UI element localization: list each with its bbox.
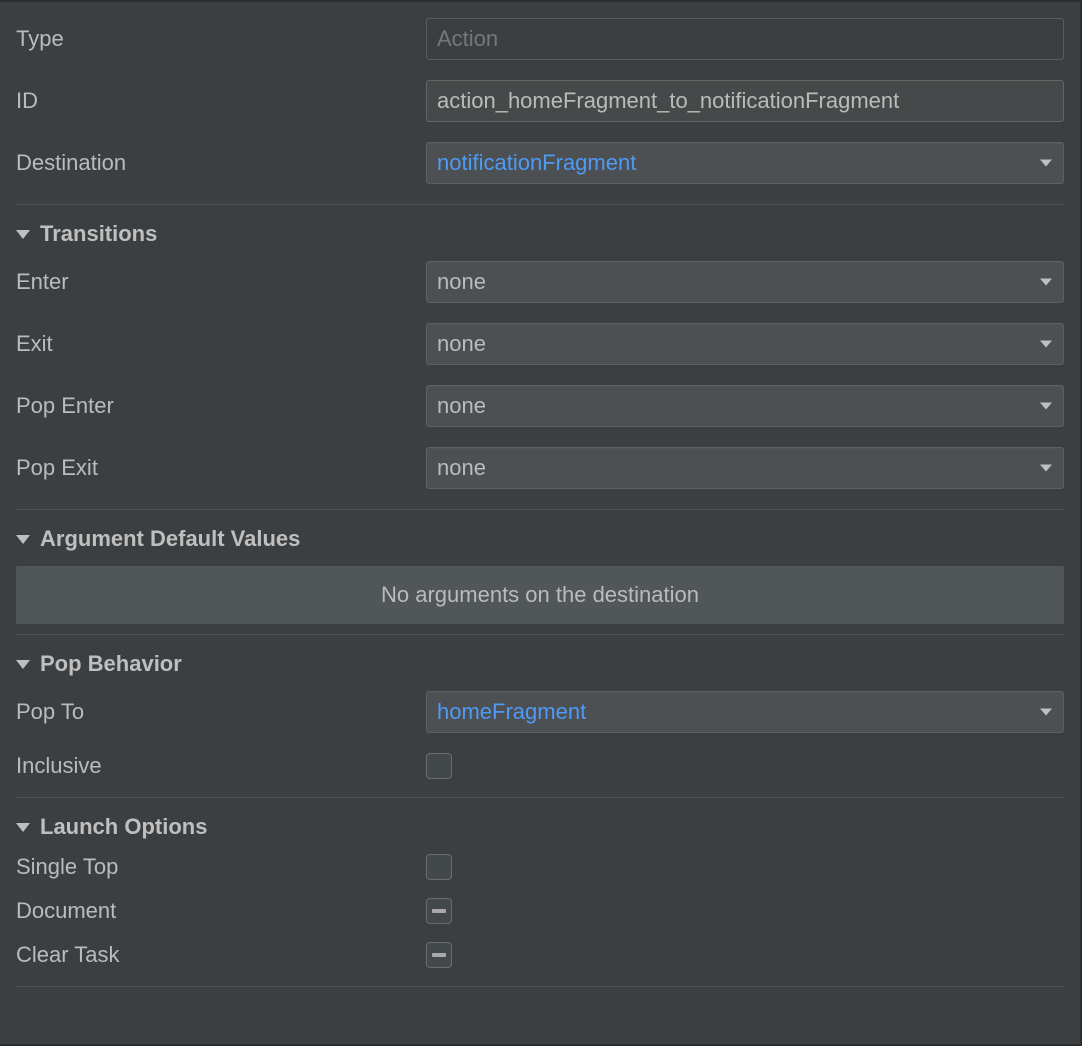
divider (16, 204, 1064, 205)
transitions-title: Transitions (40, 221, 157, 247)
argument-defaults-section-header[interactable]: Argument Default Values (16, 526, 1064, 552)
single-top-row: Single Top (16, 854, 1064, 880)
divider (16, 986, 1064, 987)
divider (16, 797, 1064, 798)
attributes-panel: Type ID Destination notificationFragment… (0, 2, 1080, 987)
pop-enter-label: Pop Enter (16, 393, 426, 419)
dash-icon (432, 953, 446, 957)
pop-behavior-section-header[interactable]: Pop Behavior (16, 651, 1064, 677)
enter-value: none (437, 269, 486, 295)
transitions-section-header[interactable]: Transitions (16, 221, 1064, 247)
launch-options-section-header[interactable]: Launch Options (16, 814, 1064, 840)
triangle-down-icon (16, 535, 30, 544)
pop-behavior-title: Pop Behavior (40, 651, 182, 677)
chevron-down-icon (1040, 341, 1052, 348)
enter-select[interactable]: none (426, 261, 1064, 303)
pop-to-row: Pop To homeFragment (16, 691, 1064, 733)
chevron-down-icon (1040, 160, 1052, 167)
chevron-down-icon (1040, 279, 1052, 286)
triangle-down-icon (16, 823, 30, 832)
triangle-down-icon (16, 660, 30, 669)
pop-exit-row: Pop Exit none (16, 447, 1064, 489)
document-checkbox[interactable] (426, 898, 452, 924)
clear-task-label: Clear Task (16, 942, 426, 968)
triangle-down-icon (16, 230, 30, 239)
divider (16, 509, 1064, 510)
chevron-down-icon (1040, 709, 1052, 716)
destination-value: notificationFragment (437, 150, 636, 176)
single-top-label: Single Top (16, 854, 426, 880)
type-label: Type (16, 26, 426, 52)
pop-to-value: homeFragment (437, 699, 586, 725)
launch-options-title: Launch Options (40, 814, 207, 840)
enter-row: Enter none (16, 261, 1064, 303)
id-label: ID (16, 88, 426, 114)
pop-exit-value: none (437, 455, 486, 481)
chevron-down-icon (1040, 465, 1052, 472)
clear-task-row: Clear Task (16, 942, 1064, 968)
destination-row: Destination notificationFragment (16, 142, 1064, 184)
exit-value: none (437, 331, 486, 357)
document-label: Document (16, 898, 426, 924)
argument-defaults-empty: No arguments on the destination (16, 566, 1064, 624)
exit-select[interactable]: none (426, 323, 1064, 365)
inclusive-row: Inclusive (16, 753, 1064, 779)
pop-enter-row: Pop Enter none (16, 385, 1064, 427)
destination-select[interactable]: notificationFragment (426, 142, 1064, 184)
type-field (426, 18, 1064, 60)
id-field[interactable] (426, 80, 1064, 122)
chevron-down-icon (1040, 403, 1052, 410)
argument-defaults-title: Argument Default Values (40, 526, 300, 552)
pop-to-label: Pop To (16, 699, 426, 725)
exit-label: Exit (16, 331, 426, 357)
type-row: Type (16, 18, 1064, 60)
document-row: Document (16, 898, 1064, 924)
inclusive-label: Inclusive (16, 753, 426, 779)
single-top-checkbox[interactable] (426, 854, 452, 880)
enter-label: Enter (16, 269, 426, 295)
clear-task-checkbox[interactable] (426, 942, 452, 968)
pop-to-select[interactable]: homeFragment (426, 691, 1064, 733)
dash-icon (432, 909, 446, 913)
divider (16, 634, 1064, 635)
id-row: ID (16, 80, 1064, 122)
pop-exit-select[interactable]: none (426, 447, 1064, 489)
pop-enter-value: none (437, 393, 486, 419)
pop-enter-select[interactable]: none (426, 385, 1064, 427)
exit-row: Exit none (16, 323, 1064, 365)
pop-exit-label: Pop Exit (16, 455, 426, 481)
inclusive-checkbox[interactable] (426, 753, 452, 779)
destination-label: Destination (16, 150, 426, 176)
